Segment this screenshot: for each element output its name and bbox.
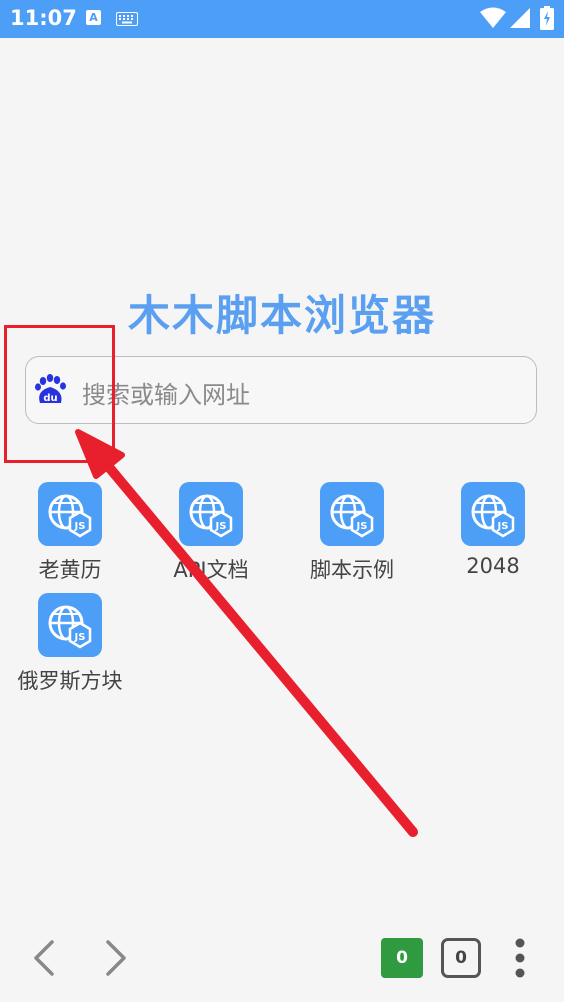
globe-js-icon: JS [320, 482, 384, 546]
notification-a-icon: A [86, 10, 101, 25]
shortcut-tile[interactable]: JS 老黄历 [0, 482, 140, 584]
shortcut-label: 2048 [466, 554, 520, 578]
globe-js-icon: JS [461, 482, 525, 546]
chevron-left-icon [34, 940, 54, 976]
shortcut-label: 老黄历 [38, 558, 102, 582]
more-menu-button[interactable] [512, 937, 528, 983]
chevron-right-icon [106, 940, 126, 976]
annotation-highlight-box [4, 325, 115, 463]
more-vertical-icon [515, 938, 525, 978]
forward-button[interactable] [100, 938, 130, 982]
wifi-icon [480, 7, 506, 33]
shortcut-tile[interactable]: JS 脚本示例 [282, 482, 422, 584]
keyboard-icon [116, 11, 138, 30]
svg-text:JS: JS [74, 521, 86, 532]
globe-js-icon: JS [179, 482, 243, 546]
script-counter-button[interactable]: 0 [381, 938, 423, 978]
battery-icon [540, 6, 554, 34]
svg-text:JS: JS [74, 632, 86, 643]
shortcut-tile[interactable]: JS API文档 [141, 482, 281, 584]
status-time: 11:07 [10, 6, 77, 30]
shortcut-tile[interactable]: JS 2048 [423, 482, 563, 578]
status-bar: 11:07 A [0, 0, 564, 38]
svg-text:JS: JS [497, 521, 509, 532]
globe-js-icon: JS [38, 482, 102, 546]
shortcut-tile[interactable]: JS 俄罗斯方块 [0, 593, 140, 695]
tabs-button[interactable]: 0 [441, 938, 481, 978]
back-button[interactable] [30, 938, 60, 982]
globe-js-icon: JS [38, 593, 102, 657]
shortcut-label: 脚本示例 [310, 558, 394, 582]
signal-icon [510, 8, 530, 32]
shortcut-label: 俄罗斯方块 [17, 669, 123, 693]
shortcut-label: API文档 [173, 558, 249, 582]
svg-text:JS: JS [356, 521, 368, 532]
svg-text:JS: JS [215, 521, 227, 532]
